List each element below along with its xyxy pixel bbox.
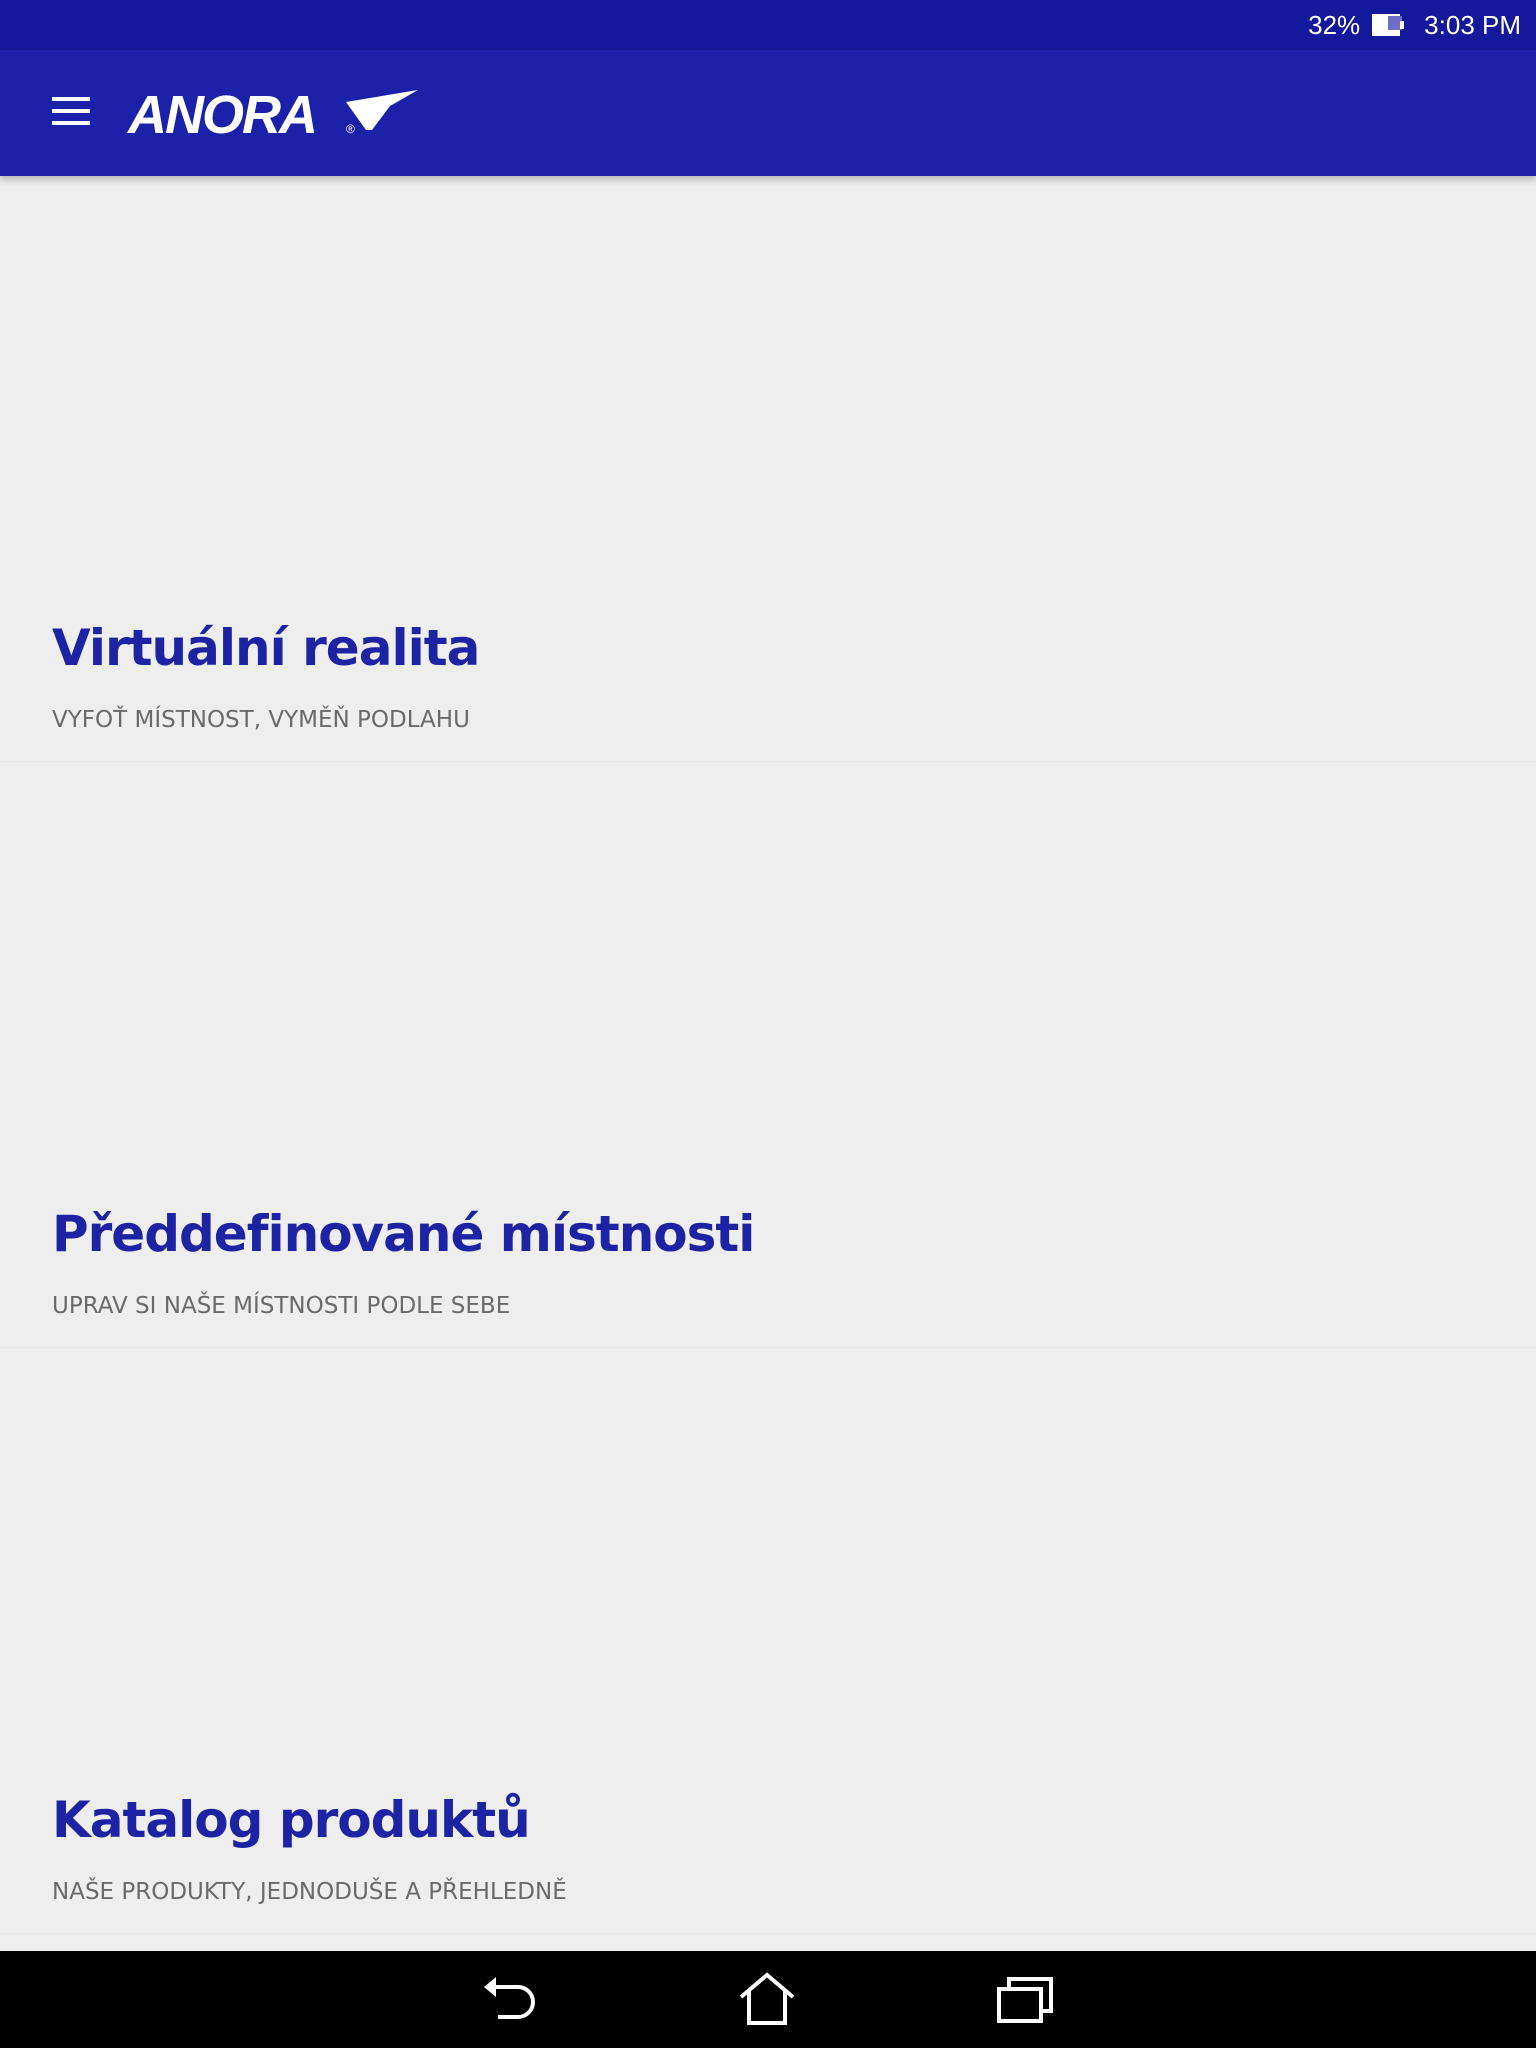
card-predefined-rooms[interactable]: Předdefinované místnosti UPRAV SI NAŠE M…: [0, 762, 1536, 1348]
battery-icon: [1372, 14, 1405, 36]
app-bar: ANORA ®: [0, 50, 1536, 176]
card-product-catalog[interactable]: Katalog produktů NAŠE PRODUKTY, JEDNODUŠ…: [0, 1348, 1536, 1934]
home-icon[interactable]: [735, 1969, 799, 2029]
card-title: Předdefinované místnosti: [52, 1205, 755, 1263]
card-virtual-reality[interactable]: Virtuální realita VYFOŤ MÍSTNOST, VYMĚŇ …: [0, 176, 1536, 762]
status-bar: 32% 3:03 PM: [0, 0, 1536, 50]
anora-logo: ANORA ®: [128, 85, 418, 145]
card-title: Virtuální realita: [52, 619, 480, 677]
system-navigation-bar: [0, 1951, 1536, 2048]
status-indicators: 32% 3:03 PM: [1308, 0, 1521, 50]
logo-wing-icon: [346, 90, 418, 130]
menu-cards: Virtuální realita VYFOŤ MÍSTNOST, VYMĚŇ …: [0, 176, 1536, 1934]
hamburger-menu-icon[interactable]: [52, 97, 92, 127]
card-subtitle: NAŠE PRODUKTY, JEDNODUŠE A PŘEHLEDNĚ: [52, 1879, 567, 1905]
recent-apps-icon[interactable]: [993, 1969, 1057, 2029]
battery-percentage: 32%: [1308, 9, 1361, 40]
clock: 3:03 PM: [1424, 9, 1521, 40]
card-title: Katalog produktů: [52, 1791, 531, 1849]
card-subtitle: UPRAV SI NAŠE MÍSTNOSTI PODLE SEBE: [52, 1293, 511, 1319]
back-icon[interactable]: [478, 1969, 542, 2029]
card-subtitle: VYFOŤ MÍSTNOST, VYMĚŇ PODLAHU: [52, 707, 470, 733]
logo-text: ANORA: [128, 85, 318, 145]
